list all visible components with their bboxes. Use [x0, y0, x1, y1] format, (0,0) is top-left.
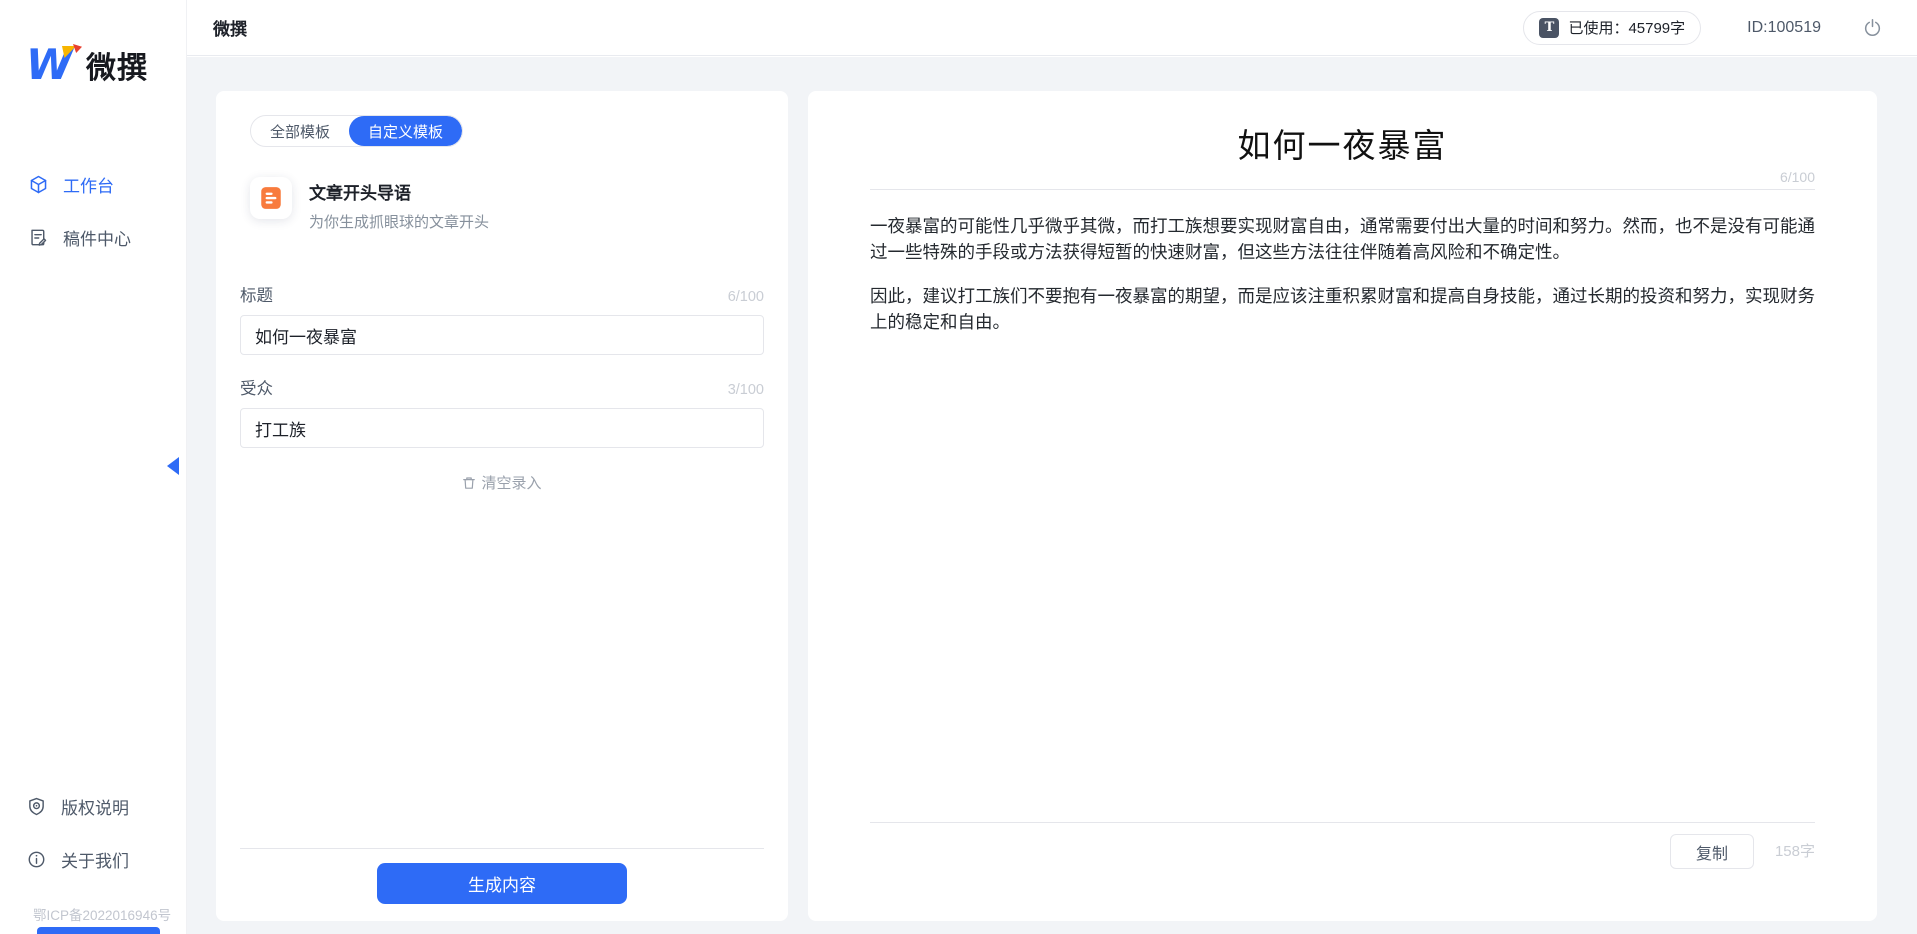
tab-all-templates[interactable]: 全部模板: [251, 116, 349, 146]
result-title-counter: 6/100: [1779, 169, 1815, 185]
clear-input-button[interactable]: 清空录入: [240, 472, 764, 493]
audience-field-counter: 3/100: [727, 382, 764, 398]
copyright-shield-icon: [27, 797, 46, 816]
template-panel-footer: 生成内容: [240, 848, 764, 921]
title-field-label: 标题: [240, 287, 273, 305]
page-title: 微撰: [213, 20, 247, 39]
result-body: 一夜暴富的可能性几乎微乎其微，而打工族想要实现财富自由，通常需要付出大量的时间和…: [870, 213, 1815, 335]
sidebar-item-label: 工作台: [63, 177, 114, 196]
sidebar-item-workspace[interactable]: 工作台: [0, 162, 186, 207]
info-circle-icon: [27, 850, 46, 869]
template-card[interactable]: 文章开头导语 为你生成抓眼球的文章开头: [250, 177, 764, 232]
copy-button[interactable]: 复制: [1669, 834, 1754, 869]
trash-icon: [462, 476, 476, 490]
sidebar-item-about[interactable]: 关于我们: [0, 837, 186, 882]
topbar-right: T 已使用：45799字 ID:100519: [1523, 10, 1882, 45]
usage-label: 已使用：45799字: [1568, 20, 1686, 37]
result-panel-footer: 复制 158字: [870, 822, 1815, 921]
title-field-group: 标题 6/100: [240, 282, 764, 355]
topbar: 微撰 T 已使用：45799字 ID:100519: [187, 0, 1917, 56]
draft-document-icon: [29, 228, 48, 247]
user-id: ID:100519: [1747, 18, 1821, 36]
main-content: 全部模板 自定义模板 文章开头导语 为你生成抓眼球的文章开头 标题 6/100 …: [187, 57, 1917, 934]
title-input[interactable]: [240, 315, 764, 355]
word-count: 158字: [1774, 843, 1815, 860]
word-usage-icon: T: [1539, 17, 1560, 38]
logo-red-triangle: [73, 44, 82, 53]
result-paragraph: 因此，建议打工族们不要抱有一夜暴富的期望，而是应该注重积累财富和提高自身技能，通…: [870, 286, 1815, 332]
sidebar: W 微撰 工作台 稿件中心 版权说明 关于我们 鄂ICP备2022016946号: [0, 0, 187, 934]
power-icon[interactable]: [1863, 18, 1882, 37]
template-tabs: 全部模板 自定义模板: [250, 115, 464, 147]
workspace-cube-icon: [29, 175, 48, 194]
audience-field-label: 受众: [240, 380, 273, 398]
sidebar-bottom-strip: [37, 927, 160, 934]
usage-badge[interactable]: T 已使用：45799字: [1523, 10, 1702, 45]
sidebar-item-label: 版权说明: [61, 799, 129, 818]
generate-button[interactable]: 生成内容: [377, 863, 627, 904]
audience-field-group: 受众 3/100: [240, 375, 764, 448]
template-panel: 全部模板 自定义模板 文章开头导语 为你生成抓眼球的文章开头 标题 6/100 …: [216, 91, 788, 921]
result-panel: 如何一夜暴富 6/100 一夜暴富的可能性几乎微乎其微，而打工族想要实现财富自由…: [808, 91, 1877, 921]
template-desc: 为你生成抓眼球的文章开头: [309, 214, 490, 231]
logo-w-icon: W: [26, 42, 82, 88]
sidebar-collapse-chevron-left-icon[interactable]: [167, 457, 179, 475]
tab-custom-templates[interactable]: 自定义模板: [349, 116, 463, 146]
result-title: 如何一夜暴富: [1237, 126, 1448, 165]
audience-input[interactable]: [240, 408, 764, 448]
clear-input-label: 清空录入: [481, 475, 542, 492]
sidebar-footer: 版权说明 关于我们 鄂ICP备2022016946号: [0, 784, 186, 934]
app-logo[interactable]: W 微撰: [26, 42, 148, 88]
result-title-divider: [870, 189, 1815, 190]
template-title: 文章开头导语: [309, 184, 411, 203]
sidebar-item-copyright[interactable]: 版权说明: [0, 784, 186, 829]
sidebar-menu: 工作台 稿件中心: [0, 162, 186, 260]
template-meta: 文章开头导语 为你生成抓眼球的文章开头: [309, 177, 489, 232]
title-field-counter: 6/100: [727, 289, 764, 305]
sidebar-item-label: 稿件中心: [63, 230, 131, 249]
result-paragraph: 一夜暴富的可能性几乎微乎其微，而打工族想要实现财富自由，通常需要付出大量的时间和…: [870, 216, 1815, 262]
sidebar-item-label: 关于我们: [61, 852, 129, 871]
sidebar-item-drafts[interactable]: 稿件中心: [0, 215, 186, 260]
orange-document-icon: [250, 177, 292, 219]
logo-text: 微撰: [86, 52, 148, 85]
